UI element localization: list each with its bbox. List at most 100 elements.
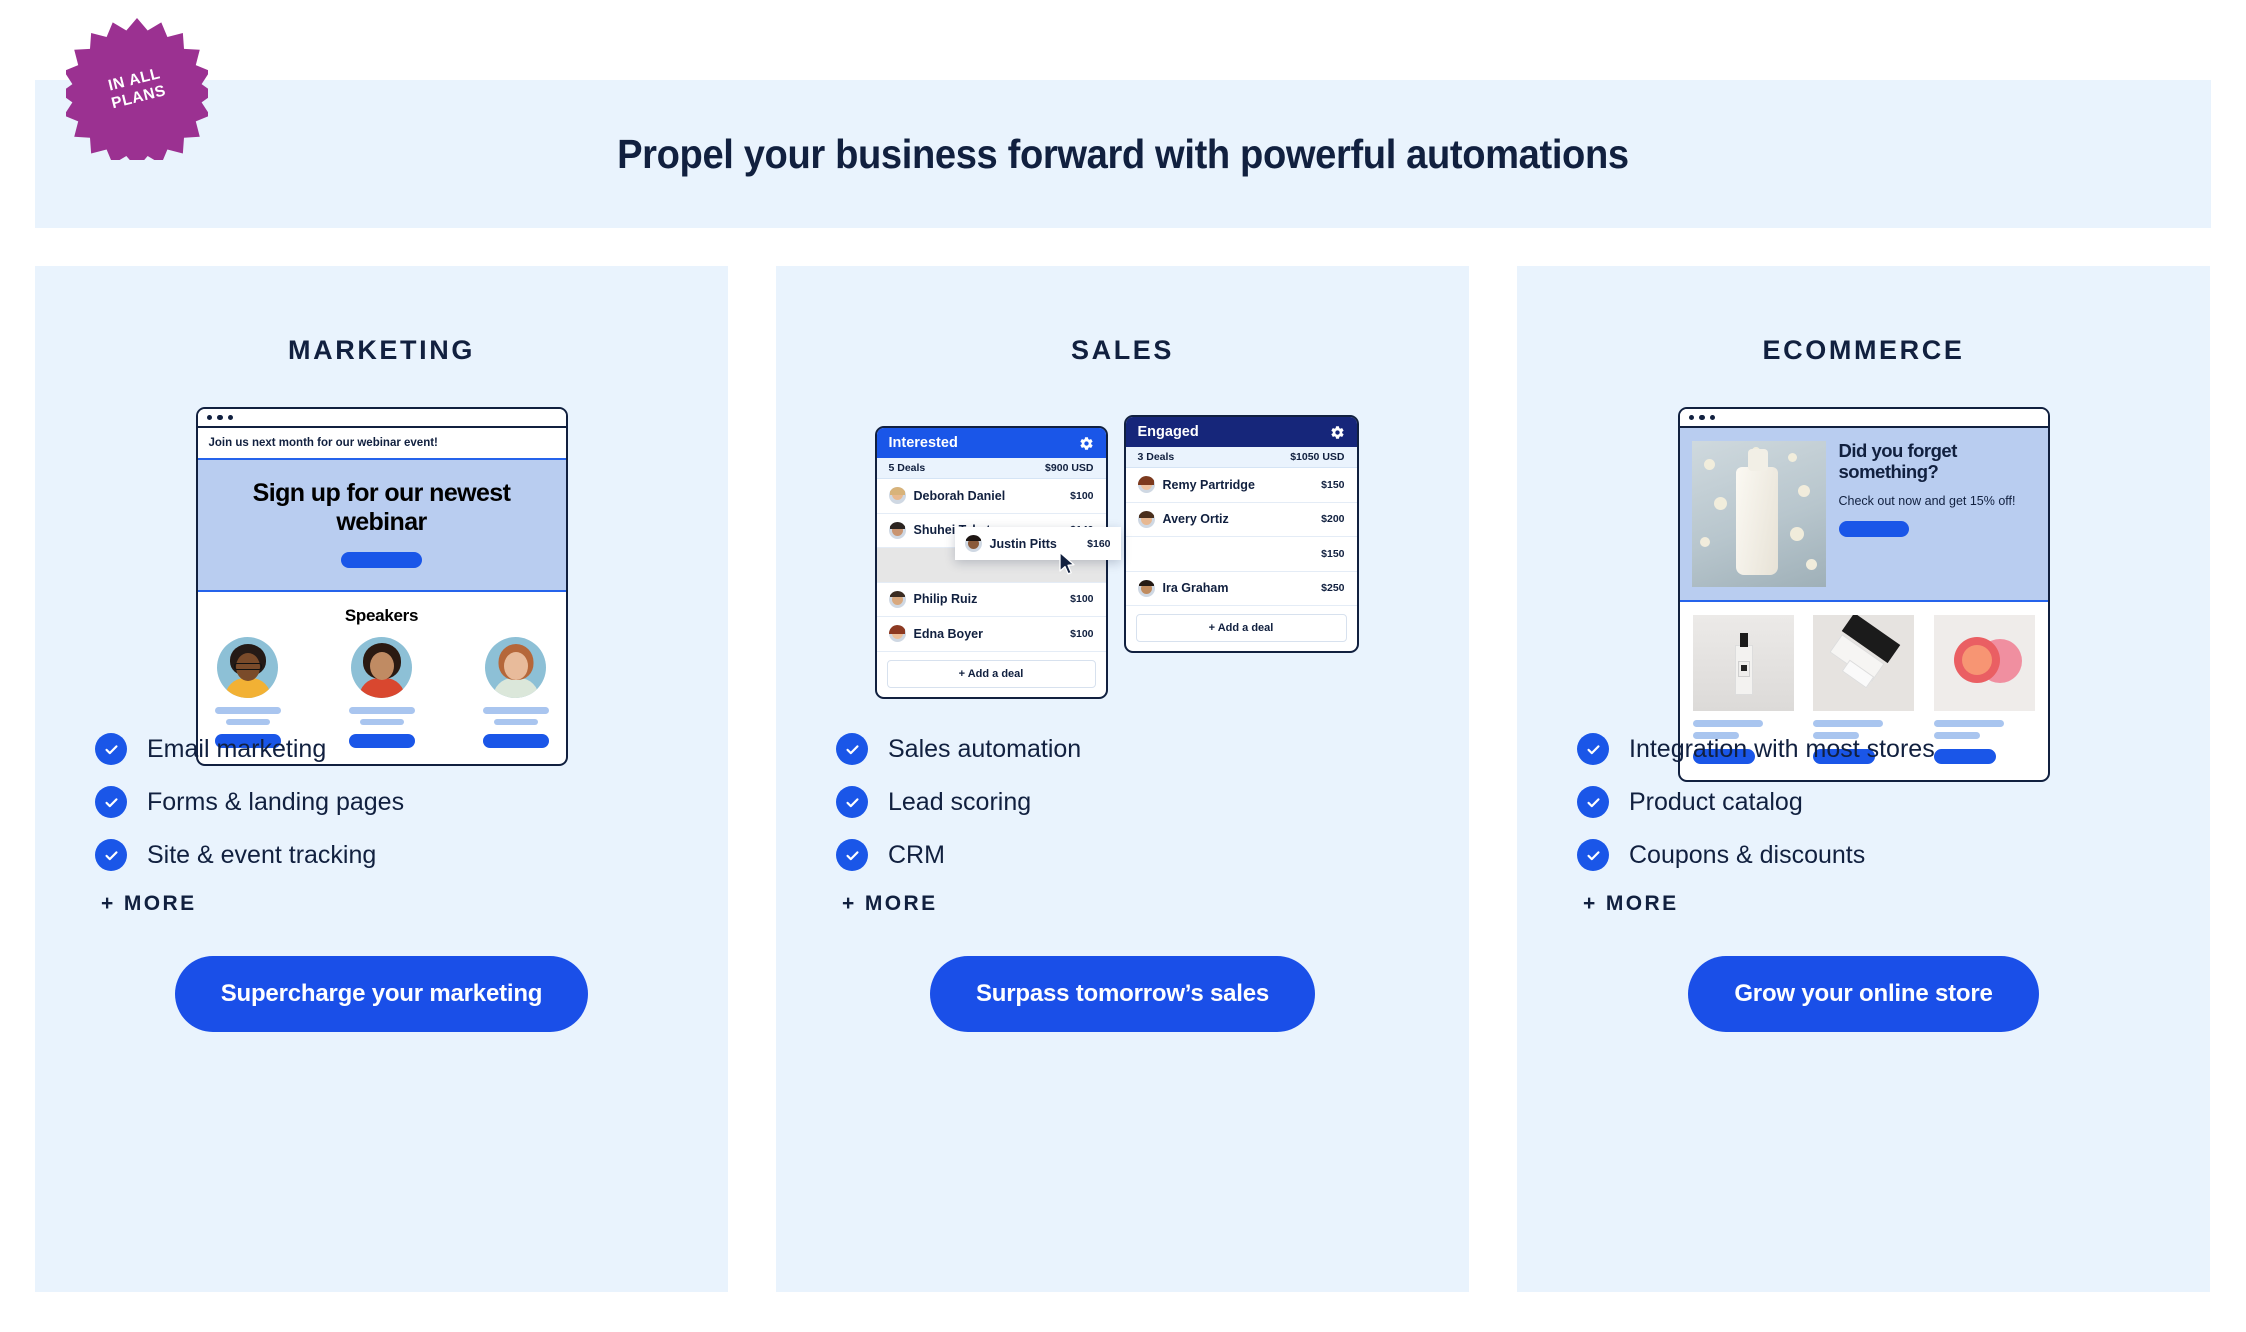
deal-amount: $100 [1070,489,1094,502]
more-features-link[interactable]: + MORE [95,892,728,916]
placeholder-line [348,707,415,714]
cart-hero-copy: Did you forget something? Check out now … [1838,440,2036,587]
window-dot-icon [217,414,223,421]
email-preheader: Join us next month for our webinar event… [197,428,566,460]
deal-row[interactable]: Edna Boyer $100 [876,617,1106,652]
speaker-card [480,637,552,748]
speakers-heading: Speakers [344,606,419,625]
more-features-link[interactable]: + MORE [836,892,1469,916]
add-deal-button[interactable]: + Add a deal [1135,614,1347,642]
avatar [888,590,906,608]
feature-item: Forms & landing pages [95,786,728,818]
avatar [1137,476,1155,494]
speaker-avatar [485,637,546,698]
deal-count: 5 Deals [888,462,926,474]
feature-item: Site & event tracking [95,839,728,871]
feature-item: Coupons & discounts [1577,839,2210,871]
avatar [1137,510,1155,528]
kanban-header: Engaged [1125,417,1357,447]
deal-row[interactable]: Philip Ruiz $100 [876,583,1106,617]
check-icon [1577,733,1609,765]
avatar [1137,579,1155,597]
deal-amount: $250 [1321,582,1345,595]
feature-item: CRM [836,839,1469,871]
column-ecommerce: ECOMMERCE Did you forget something? Chec… [1517,266,2210,1292]
window-dot-icon [1709,414,1715,421]
dragged-deal-amount: $160 [1087,537,1111,550]
mouse-cursor-icon [1058,551,1078,582]
placeholder-line [225,718,270,725]
deal-amount: $150 [1321,478,1345,491]
marketing-mockup: Join us next month for our webinar event… [35,407,728,766]
deal-amount: $150 [1321,547,1345,560]
window-chrome [197,409,566,428]
cta-container: Surpass tomorrow’s sales [776,956,1469,1032]
cart-hero: Did you forget something? Check out now … [1679,428,2048,602]
placeholder-line [1933,720,2004,727]
header-banner: Propel your business forward with powerf… [35,80,2211,228]
dragged-deal-name: Justin Pitts [989,536,1057,551]
placeholder-line [493,718,538,725]
abandoned-cart-window: Did you forget something? Check out now … [1677,407,2050,782]
avatar [888,521,906,539]
feature-list-sales: Sales automation Lead scoring CRM + MORE [776,733,1469,916]
deal-name: Remy Partridge [1162,477,1255,492]
deal-row-obscured[interactable]: $150 [1125,537,1357,572]
feature-columns: MARKETING Join us next month for our web… [35,266,2211,1292]
deal-name: Avery Ortiz [1162,512,1229,527]
kanban-summary: 3 Deals $1050 USD [1125,447,1357,468]
gear-icon[interactable] [1330,425,1345,440]
deal-name: Edna Boyer [913,626,983,641]
avatar [964,535,982,552]
check-icon [836,839,868,871]
feature-label: CRM [888,840,945,869]
window-dot-icon [206,414,212,421]
feature-label: Forms & landing pages [147,787,405,816]
promo-page: Propel your business forward with powerf… [0,0,2246,1332]
deal-row[interactable]: Remy Partridge $150 [1125,468,1357,503]
crm-kanban: Interested 5 Deals $900 USD Deborah Dani… [873,407,1373,699]
email-hero: Sign up for our newest webinar [197,460,566,592]
deal-name: Philip Ruiz [913,592,978,607]
speaker-card [212,637,284,748]
deal-row[interactable]: Ira Graham $250 [1125,572,1357,606]
dragged-deal-card[interactable]: Justin Pitts $160 [954,527,1121,560]
column-sales: SALES Interested 5 Deals $900 USD Debora… [776,266,1469,1292]
gear-icon[interactable] [1079,436,1094,451]
avatar [888,625,906,643]
column-marketing: MARKETING Join us next month for our web… [35,266,728,1292]
check-icon [95,839,127,871]
deal-row[interactable]: Deborah Daniel $100 [876,479,1106,514]
avatar [888,487,906,505]
speakers-row [212,637,552,748]
placeholder-line [1692,720,1763,727]
deal-name: Ira Graham [1162,581,1229,596]
window-dot-icon [1688,414,1694,421]
cta-container: Grow your online store [1517,956,2210,1032]
product-thumbnail [1813,615,1914,711]
kanban-board-engaged: Engaged 3 Deals $1050 USD Remy Partridge… [1123,415,1359,653]
cta-button-marketing[interactable]: Supercharge your marketing [174,956,589,1032]
placeholder-line [1813,720,1883,727]
deal-name: Deborah Daniel [913,488,1006,503]
product-thumbnail [1692,615,1794,711]
feature-item: Email marketing [95,733,728,765]
more-features-link[interactable]: + MORE [1577,892,2210,916]
cta-button-sales[interactable]: Surpass tomorrow’s sales [929,956,1316,1032]
feature-label: Product catalog [1629,787,1803,816]
cart-hero-text: Check out now and get 15% off! [1838,493,2016,508]
kanban-title: Interested [888,435,958,451]
speaker-avatar [217,637,278,698]
check-icon [1577,786,1609,818]
column-title-ecommerce: ECOMMERCE [1762,335,1965,365]
column-title-marketing: MARKETING [288,335,475,365]
deal-amount: $100 [1070,627,1094,640]
feature-item: Integration with most stores [1577,733,2210,765]
add-deal-button[interactable]: + Add a deal [886,659,1096,688]
kanban-title: Engaged [1137,424,1199,440]
deal-row[interactable]: Avery Ortiz $200 [1125,503,1357,537]
deal-total: $1050 USD [1290,451,1345,463]
column-title-sales: SALES [1070,335,1175,365]
check-icon [95,786,127,818]
cta-button-ecommerce[interactable]: Grow your online store [1688,956,2039,1032]
